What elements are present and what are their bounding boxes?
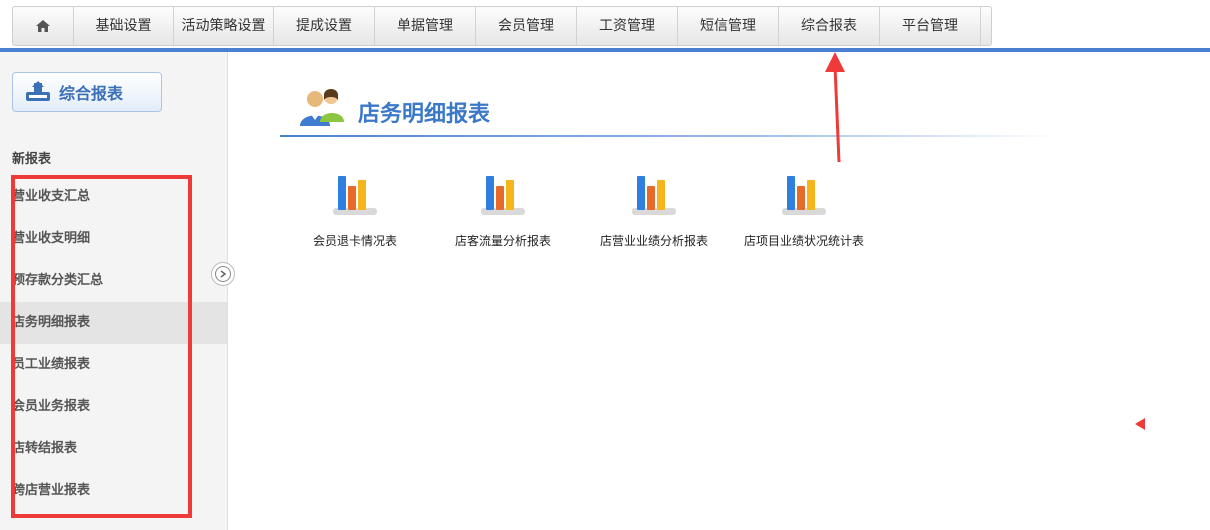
sidebar-button-label: 综合报表 [59, 84, 124, 103]
report-label: 店项目业绩状况统计表 [743, 234, 864, 248]
bar-chart-icon [632, 176, 676, 215]
bar-chart-icon [481, 176, 525, 215]
sidebar-item-cross-store[interactable]: 跨店营业报表 [0, 470, 227, 512]
nav-commission-settings[interactable]: 提成设置 [274, 7, 375, 45]
sidebar-item-deposit-summary[interactable]: 预存款分类汇总 [0, 260, 227, 302]
top-nav: 基础设置 活动策略设置 提成设置 单据管理 会员管理 工资管理 短信管理 综合报… [12, 6, 992, 46]
home-icon [36, 20, 50, 32]
sidebar-item-store-detail[interactable]: 店务明细报表 [0, 302, 227, 344]
bar-chart-icon [782, 176, 826, 215]
sidebar-item-revenue-detail[interactable]: 营业收支明细 [0, 218, 227, 260]
sidebar-item-revenue-summary[interactable]: 营业收支汇总 [0, 176, 227, 218]
nav-document-management[interactable]: 单据管理 [375, 7, 476, 45]
report-customer-flow[interactable]: 店客流量分析报表 [438, 170, 568, 249]
report-member-card-refund[interactable]: 会员退卡情况表 [290, 170, 420, 249]
nav-member-management[interactable]: 会员管理 [476, 7, 577, 45]
report-label: 店营业业绩分析报表 [599, 234, 708, 248]
nav-basic-settings[interactable]: 基础设置 [74, 7, 174, 45]
nav-salary-management[interactable]: 工资管理 [577, 7, 678, 45]
nav-comprehensive-reports[interactable]: 综合报表 [779, 7, 880, 45]
home-button[interactable] [13, 7, 74, 45]
nav-sms-management[interactable]: 短信管理 [678, 7, 779, 45]
nav-platform-management[interactable]: 平台管理 [880, 7, 981, 45]
nav-activity-strategy[interactable]: 活动策略设置 [174, 7, 274, 45]
bar-chart-icon [333, 176, 377, 215]
sidebar-item-member-business[interactable]: 会员业务报表 [0, 386, 227, 428]
sidebar: 综合报表 新报表 营业收支汇总 营业收支明细 预存款分类汇总 店务明细报表 员工… [0, 52, 228, 530]
report-label: 会员退卡情况表 [312, 234, 397, 248]
sidebar-item-store-settlement[interactable]: 店转结报表 [0, 428, 227, 470]
sidebar-collapse-button[interactable] [211, 262, 235, 286]
sidebar-list: 营业收支汇总 营业收支明细 预存款分类汇总 店务明细报表 员工业绩报表 会员业务… [0, 176, 227, 512]
title-underline [280, 135, 1060, 137]
people-icon [300, 89, 344, 126]
page-header: 店务明细报表 [280, 84, 1060, 137]
reports-icon [26, 81, 50, 101]
report-sales-performance[interactable]: 店营业业绩分析报表 [589, 170, 719, 249]
page-title: 店务明细报表 [358, 102, 491, 127]
report-project-performance[interactable]: 店项目业绩状况统计表 [739, 170, 869, 249]
sidebar-item-staff-performance[interactable]: 员工业绩报表 [0, 344, 227, 386]
annotation-small-arrow [1135, 418, 1145, 430]
chevron-right-icon [220, 270, 227, 278]
sidebar-reports-button[interactable]: 综合报表 [12, 72, 162, 112]
sidebar-heading: 新报表 [12, 152, 52, 167]
report-label: 店客流量分析报表 [454, 234, 551, 248]
